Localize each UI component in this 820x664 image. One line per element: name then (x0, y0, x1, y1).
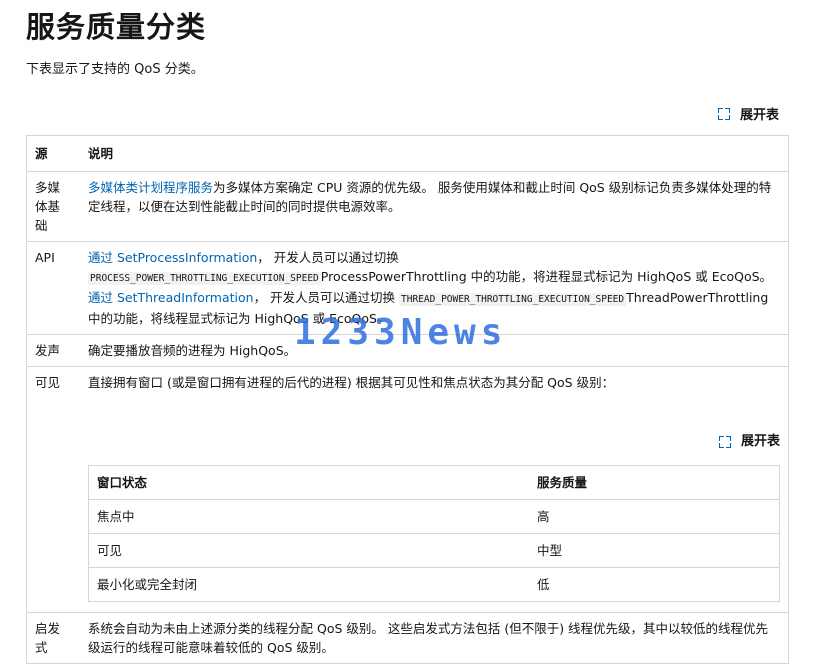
window-state: 可见 (88, 533, 529, 568)
qos-level: 中型 (529, 533, 780, 568)
setprocessinformation-link[interactable]: 通过 SetProcessInformation (88, 250, 257, 265)
expand-icon (718, 107, 730, 120)
window-state-table: 窗口状态 服务质量 焦点中 高 可见 中型 最小化或完全封闭 低 (88, 465, 780, 602)
row-description: 多媒体类计划程序服务为多媒体方案确定 CPU 资源的优先级。 服务使用媒体和截止… (80, 171, 789, 242)
expand-inner-table-button[interactable]: 展开表 (88, 432, 780, 451)
expand-table-button[interactable]: 展开表 (718, 104, 779, 123)
inner-table-wrap: 展开表 窗口状态 服务质量 焦点中 高 可见 中型 最小化或完全封闭 低 (88, 432, 780, 602)
table-row: 可见 直接拥有窗口 (或是窗口拥有进程的后代的进程) 根据其可见性和焦点状态为其… (26, 366, 789, 613)
header-source: 源 (26, 135, 80, 172)
qos-level: 低 (529, 567, 780, 602)
row-source: 可见 (26, 366, 80, 613)
watermark-logo: 1233News (294, 312, 508, 353)
row-source: 多媒体基础 (26, 171, 80, 242)
inner-table-row: 焦点中 高 (88, 499, 780, 534)
inner-table-row: 可见 中型 (88, 533, 780, 568)
expand-table-label: 展开表 (740, 108, 780, 123)
window-state: 焦点中 (88, 499, 529, 534)
qos-table: 源 说明 多媒体基础 多媒体类计划程序服务为多媒体方案确定 CPU 资源的优先级… (26, 135, 789, 664)
mmcss-link[interactable]: 多媒体类计划程序服务 (88, 180, 213, 195)
row-source: 发声 (26, 334, 80, 367)
row-source: API (26, 241, 80, 335)
header-description: 说明 (80, 135, 789, 172)
expand-table-label: 展开表 (740, 434, 780, 449)
process-throttling-code: PROCESS_POWER_THROTTLING_EXECUTION_SPEED (88, 272, 321, 285)
window-state: 最小化或完全封闭 (88, 567, 529, 602)
thread-throttling-code: THREAD_POWER_THROTTLING_EXECUTION_SPEED (399, 293, 627, 306)
row-description: 直接拥有窗口 (或是窗口拥有进程的后代的进程) 根据其可见性和焦点状态为其分配 … (80, 366, 789, 613)
header-window-state: 窗口状态 (88, 465, 529, 500)
intro-text: 下表显示了支持的 QoS 分类。 (26, 62, 204, 77)
row-description: 系统会自动为未由上述源分类的线程分配 QoS 级别。 这些启发式方法包括 (但不… (80, 612, 789, 664)
expand-icon (718, 435, 731, 448)
table-row: 多媒体基础 多媒体类计划程序服务为多媒体方案确定 CPU 资源的优先级。 服务使… (26, 171, 789, 242)
inner-header-row: 窗口状态 服务质量 (88, 465, 780, 500)
row-source: 启发式 (26, 612, 80, 664)
inner-table-row: 最小化或完全封闭 低 (88, 567, 780, 602)
table-row: 启发式 系统会自动为未由上述源分类的线程分配 QoS 级别。 这些启发式方法包括… (26, 612, 789, 664)
page-title: 服务质量分类 (26, 10, 207, 44)
visible-description: 直接拥有窗口 (或是窗口拥有进程的后代的进程) 根据其可见性和焦点状态为其分配 … (88, 375, 615, 390)
header-qos: 服务质量 (529, 465, 780, 500)
setthreadinformation-link[interactable]: 通过 SetThreadInformation (88, 290, 254, 305)
qos-level: 高 (529, 499, 780, 534)
table-header-row: 源 说明 (26, 135, 789, 172)
